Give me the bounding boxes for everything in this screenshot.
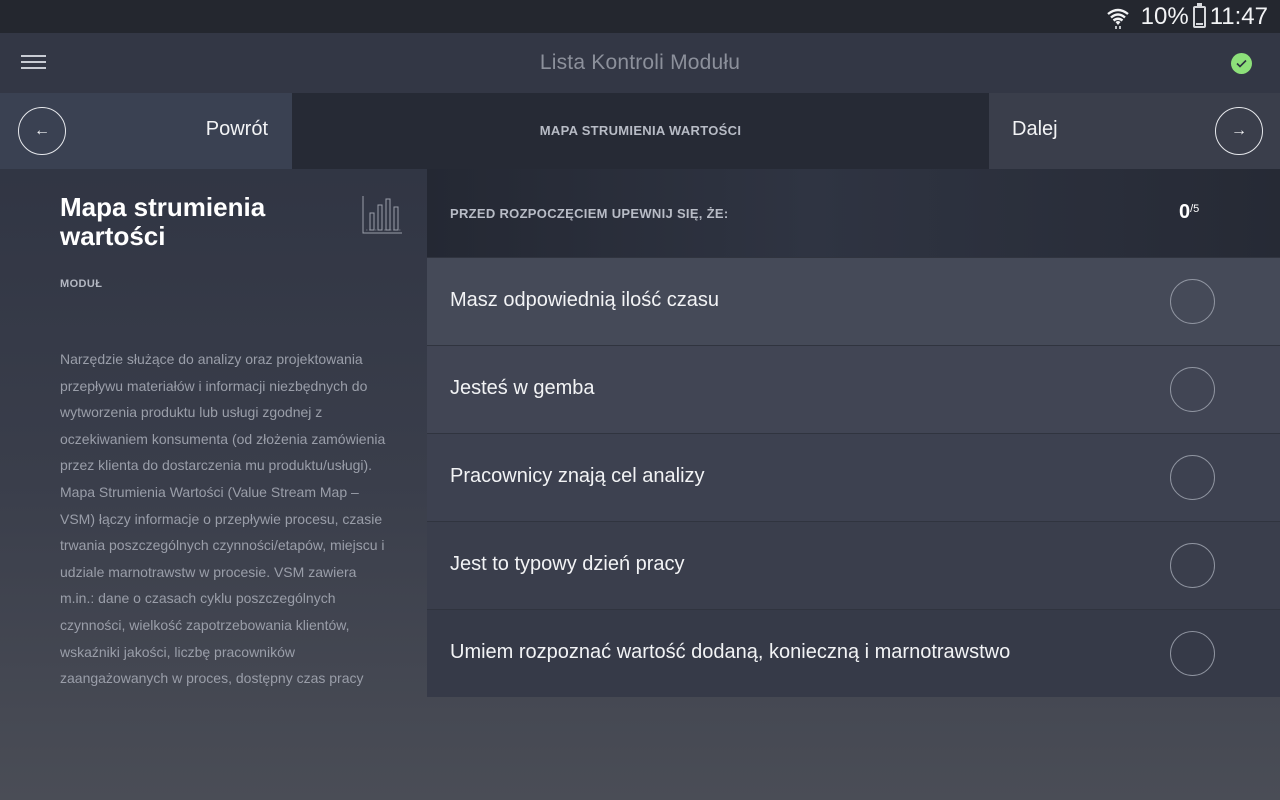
wifi-icon — [1106, 8, 1129, 29]
checklist-item-label: Jesteś w gemba — [450, 377, 595, 399]
arrow-right-icon: → — [1215, 107, 1263, 155]
app-header: Lista Kontroli Modułu — [0, 33, 1280, 93]
checklist-item-label: Umiem rozpoznać wartość dodaną, konieczn… — [450, 641, 1011, 663]
module-kicker: MODUŁ — [60, 278, 103, 290]
arrow-left-icon: ← — [18, 107, 66, 155]
back-button[interactable]: ← Powrót — [0, 93, 292, 169]
battery-percent: 10% — [1140, 2, 1189, 30]
bar-chart-icon — [362, 196, 402, 234]
checklist-item[interactable]: Jest to typowy dzień pracy — [427, 521, 1280, 609]
menu-icon[interactable] — [21, 55, 46, 71]
checkbox-circle[interactable] — [1170, 631, 1215, 676]
checklist-item-label: Jest to typowy dzień pracy — [450, 553, 685, 575]
checklist-heading: PRZED ROZPOCZĘCIEM UPEWNIJ SIĘ, ŻE: — [450, 206, 729, 221]
check-icon[interactable] — [1231, 53, 1252, 74]
checklist-header: PRZED ROZPOCZĘCIEM UPEWNIJ SIĘ, ŻE: 0/5 — [427, 169, 1280, 257]
checklist-item[interactable]: Pracownicy znają cel analizy — [427, 433, 1280, 521]
checkbox-circle[interactable] — [1170, 455, 1215, 500]
checkbox-circle[interactable] — [1170, 367, 1215, 412]
checkbox-circle[interactable] — [1170, 279, 1215, 324]
counter-done: 0 — [1179, 201, 1191, 223]
module-panel: Mapa strumienia wartości MODUŁ Narzędzie… — [60, 192, 402, 692]
page-title: Lista Kontroli Modułu — [539, 51, 741, 74]
checklist-item[interactable]: Masz odpowiednią ilość czasu — [427, 257, 1280, 345]
status-bar: 10% 11:47 — [0, 0, 1280, 33]
back-label: Powrót — [205, 118, 268, 140]
nav-bar: ← Powrót MAPA STRUMIENIA WARTOŚCI Dalej … — [0, 93, 1280, 169]
section-title: MAPA STRUMIENIA WARTOŚCI — [539, 123, 742, 138]
next-button[interactable]: Dalej → — [989, 93, 1280, 169]
clock: 11:47 — [1209, 2, 1268, 30]
checklist-item-label: Pracownicy znają cel analizy — [450, 465, 705, 487]
next-label: Dalej — [1012, 118, 1058, 140]
checkbox-circle[interactable] — [1170, 543, 1215, 588]
checklist-item-label: Masz odpowiednią ilość czasu — [450, 289, 720, 311]
checklist-item[interactable]: Jesteś w gemba — [427, 345, 1280, 433]
module-description: Narzędzie służące do analizy oraz projek… — [60, 351, 386, 687]
progress-counter: 0/5 — [1179, 201, 1199, 224]
checklist: PRZED ROZPOCZĘCIEM UPEWNIJ SIĘ, ŻE: 0/5 … — [427, 169, 1280, 697]
module-title: Mapa strumienia wartości — [60, 192, 266, 251]
battery-icon — [1192, 2, 1206, 28]
checklist-item[interactable]: Umiem rozpoznać wartość dodaną, konieczn… — [427, 609, 1280, 697]
counter-total: /5 — [1190, 203, 1200, 215]
